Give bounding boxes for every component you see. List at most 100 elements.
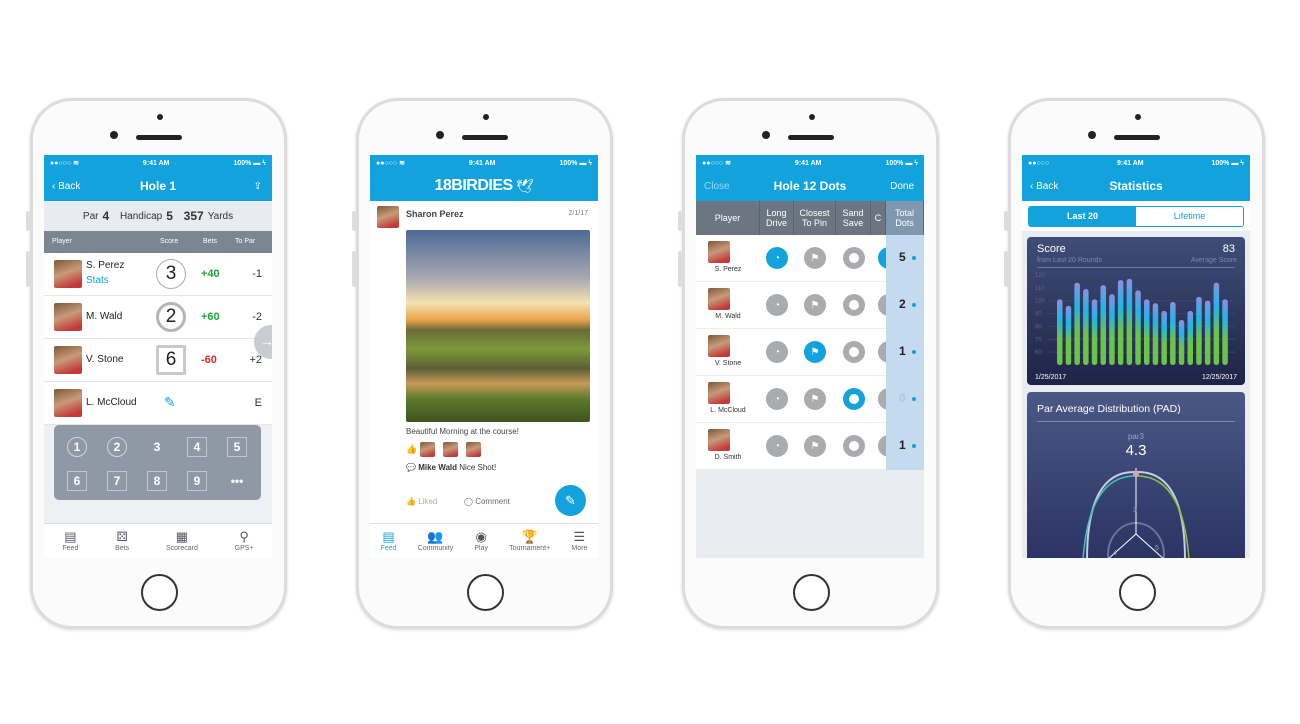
score-bar[interactable]: [1057, 299, 1063, 365]
tab-gps[interactable]: ⚲ GPS+: [235, 530, 254, 552]
to-par-value: -2: [252, 311, 262, 323]
home-button[interactable]: [141, 574, 178, 611]
score-value[interactable]: 3: [156, 259, 186, 289]
closest-to-pin-dot[interactable]: ⚑: [804, 341, 826, 363]
score-option[interactable]: 1: [67, 437, 87, 457]
score-bar[interactable]: [1126, 278, 1133, 365]
long-drive-dot[interactable]: ◔: [766, 388, 788, 410]
tab-label: Community: [417, 545, 454, 552]
total-dots-value: 1: [899, 438, 906, 452]
closest-to-pin-dot[interactable]: ⚑: [804, 388, 826, 410]
long-drive-dot[interactable]: ◔: [766, 294, 788, 316]
score-bar[interactable]: [1178, 320, 1185, 365]
score-option[interactable]: 7: [107, 471, 127, 491]
tab-play[interactable]: ◉ Play: [474, 530, 488, 552]
post-author[interactable]: Sharon Perez: [406, 209, 464, 219]
score-bar[interactable]: [1204, 300, 1211, 365]
sand-save-dot[interactable]: [843, 294, 865, 316]
home-button[interactable]: [1119, 574, 1156, 611]
sand-save-dot[interactable]: [843, 247, 865, 269]
tab-more[interactable]: ☰ More: [571, 530, 587, 552]
score-bar[interactable]: [1196, 296, 1202, 365]
axis-label: 5: [1155, 545, 1159, 552]
score-bar[interactable]: [1152, 303, 1159, 365]
back-button[interactable]: ‹ Back: [1030, 181, 1058, 192]
score-bar[interactable]: [1161, 311, 1167, 365]
score-option[interactable]: 3: [147, 437, 167, 457]
score-bar[interactable]: [1074, 282, 1080, 365]
tab-scorecard[interactable]: ▦ Scorecard: [166, 530, 198, 552]
long-drive-dot[interactable]: ◔: [766, 247, 788, 269]
tab-label: Feed: [380, 545, 397, 552]
column-header: Long Drive: [760, 201, 794, 235]
score-bar[interactable]: [1091, 299, 1098, 365]
score-option[interactable]: 2: [107, 437, 127, 457]
player-row[interactable]: S. Perez Stats 3 +40 -1: [44, 253, 272, 296]
player-row[interactable]: V. Stone 6 -60 +2: [44, 339, 272, 382]
player-row[interactable]: L. McCloud ✎ E: [44, 382, 272, 425]
score-subtitle: from Last 20 Rounds: [1037, 257, 1102, 264]
segment-lifetime[interactable]: Lifetime: [1136, 207, 1243, 226]
score-bar[interactable]: [1213, 282, 1220, 365]
tab-community[interactable]: 👥 Community: [418, 530, 453, 552]
score-option[interactable]: 4: [187, 437, 207, 457]
score-option[interactable]: 6: [67, 471, 87, 491]
closest-to-pin-dot[interactable]: ⚑: [804, 294, 826, 316]
score-bar[interactable]: [1065, 305, 1072, 365]
tab-label: GPS+: [234, 545, 254, 552]
home-button[interactable]: [467, 574, 504, 611]
score-bar[interactable]: [1187, 311, 1194, 365]
long-drive-dot[interactable]: ◔: [766, 435, 788, 457]
score-bar[interactable]: [1135, 290, 1141, 365]
comment-button[interactable]: ◯ Comment: [464, 497, 510, 506]
tab-tournament[interactable]: 🏆 Tournament+: [509, 530, 550, 552]
closest-to-pin-dot[interactable]: ⚑: [804, 435, 826, 457]
segment-last-20[interactable]: Last 20: [1029, 207, 1136, 226]
compose-button[interactable]: ✎: [555, 485, 586, 516]
score-option[interactable]: •••: [227, 471, 247, 491]
edit-icon[interactable]: ✎: [164, 394, 176, 411]
score-bar[interactable]: [1109, 294, 1115, 365]
score-bar[interactable]: [1170, 302, 1176, 365]
score-option[interactable]: 9: [187, 471, 207, 491]
tab-feed[interactable]: ▤ Feed: [381, 530, 397, 552]
sand-save-dot[interactable]: [843, 435, 865, 457]
long-drive-dot[interactable]: ◔: [766, 341, 788, 363]
avatar: [708, 382, 730, 404]
pad-card[interactable]: Par Average Distribution (PAD) par3 4.3 …: [1027, 392, 1245, 558]
close-button[interactable]: Close: [704, 181, 730, 192]
average-score: 83: [1222, 243, 1235, 255]
score-option[interactable]: 8: [147, 471, 167, 491]
sand-save-dot[interactable]: [843, 388, 865, 410]
score-bar[interactable]: [1100, 285, 1107, 365]
closest-to-pin-dot[interactable]: ⚑: [804, 247, 826, 269]
to-par-value: -1: [252, 268, 262, 280]
hole-info: Par 4 Handicap 5 357 Yards: [44, 201, 272, 231]
score-bar[interactable]: [1144, 299, 1150, 365]
pad-label: par3: [1127, 432, 1144, 441]
tab-bets[interactable]: ⚄ Bets: [115, 530, 129, 552]
liked-button[interactable]: 👍 Liked: [406, 497, 437, 506]
y-tick-label: 120: [1035, 273, 1046, 279]
tab-feed[interactable]: ▤ Feed: [62, 530, 78, 552]
sand-save-dot[interactable]: [843, 341, 865, 363]
score-card[interactable]: Score 83 from Last 20 Rounds Average Sco…: [1027, 237, 1245, 385]
share-icon[interactable]: ⇪: [254, 181, 262, 192]
score-bar[interactable]: [1222, 299, 1228, 365]
post-photo[interactable]: [406, 230, 590, 422]
tab-label: Play: [474, 545, 488, 552]
phone-dots: ●●○○○ ≋ 9:41 AM 100% ▬ ϟ Close Hole 12 Dot…: [678, 98, 939, 629]
stats-link[interactable]: Stats: [86, 275, 109, 286]
home-button[interactable]: [793, 574, 830, 611]
score-value[interactable]: 2: [156, 302, 186, 332]
done-button[interactable]: Done: [890, 181, 914, 192]
score-bar[interactable]: [1117, 280, 1124, 365]
back-button[interactable]: ‹ Back: [52, 181, 80, 192]
score-bar[interactable]: [1083, 289, 1089, 365]
total-dots-value: 2: [899, 297, 906, 311]
column-header: Closest To Pin: [794, 201, 836, 235]
score-value[interactable]: 6: [156, 345, 186, 375]
player-row[interactable]: M. Wald 2 +60 -2: [44, 296, 272, 339]
table-header: Player Score Bets To Par: [44, 231, 272, 253]
score-option[interactable]: 5: [227, 437, 247, 457]
